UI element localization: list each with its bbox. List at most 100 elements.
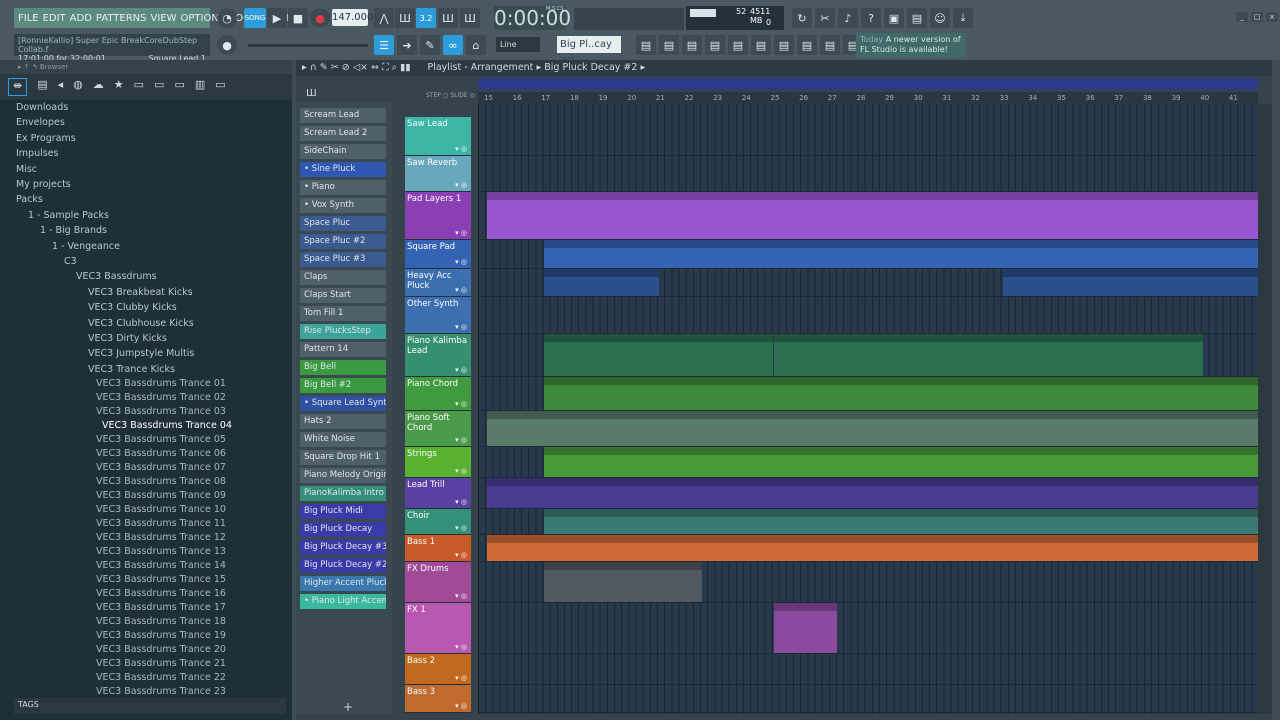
- track-options-icon[interactable]: ▾ ◎: [455, 498, 467, 506]
- pattern-item[interactable]: Scream Lead: [300, 108, 386, 123]
- playlist-view-button[interactable]: ☰: [374, 35, 394, 55]
- browser-folder[interactable]: 1 - Big Brands: [40, 223, 107, 238]
- browser-folder[interactable]: VEC3 Clubhouse Kicks: [88, 316, 194, 331]
- master-pitch-knob[interactable]: ●: [217, 35, 237, 55]
- track-options-icon[interactable]: ▾ ◎: [455, 551, 467, 559]
- track-lane[interactable]: [478, 297, 1258, 334]
- track-options-icon[interactable]: ▾ ◎: [455, 674, 467, 682]
- track-lane[interactable]: Choir: [478, 509, 1258, 535]
- microphone-icon[interactable]: ♪: [838, 8, 858, 28]
- track-lane[interactable]: Pad 1: [478, 192, 1258, 240]
- track-lane[interactable]: [478, 654, 1258, 685]
- browser-file[interactable]: VEC3 Bassdrums Trance 12: [84, 530, 226, 545]
- channel-rack-icon[interactable]: ▤: [682, 35, 702, 55]
- playlist-clip[interactable]: String: [544, 447, 1258, 477]
- playlist-clip[interactable]: Pad 1: [487, 192, 1258, 239]
- menu-patterns[interactable]: PATTERNS: [96, 13, 147, 24]
- news-panel[interactable]: Today A newer version of FL Studio is av…: [856, 33, 966, 57]
- mixer-icon[interactable]: ▤: [705, 35, 725, 55]
- browser-folder[interactable]: Envelopes: [16, 115, 65, 130]
- browser-folder[interactable]: C3: [64, 254, 77, 269]
- song-mode-toggle[interactable]: SONG: [244, 8, 266, 28]
- plugin-icon[interactable]: ◍: [73, 78, 83, 96]
- track-options-icon[interactable]: ▾ ◎: [455, 323, 467, 331]
- track-header[interactable]: Other Synth ▾ ◎: [405, 297, 471, 334]
- track-options-icon[interactable]: ▾ ◎: [455, 366, 467, 374]
- browser-folder[interactable]: VEC3 Breakbeat Kicks: [88, 285, 193, 300]
- pattern-item[interactable]: Scream Lead 2: [300, 126, 386, 141]
- playlist-tools[interactable]: ▸ ∩ ✎ ✂ ⊘ ◁× ⇔ ⛶ ⌕ ▮▮: [302, 62, 410, 73]
- track-options-icon[interactable]: ▾ ◎: [455, 467, 467, 475]
- browser-file[interactable]: VEC3 Bassdrums Trance 02: [84, 390, 226, 405]
- pattern-item[interactable]: • Piano: [300, 180, 386, 195]
- plugin-icon[interactable]: ▤: [774, 35, 794, 55]
- timeline-ruler[interactable]: 15 16 17 18 19 20 21 22 23 24 25 26 27 28 29 30 31 32 33 34…: [478, 92, 1258, 104]
- browser-folder[interactable]: 1 - Vengeance: [52, 239, 120, 254]
- menu-view[interactable]: VIEW: [151, 13, 177, 24]
- browser-folder[interactable]: Downloads: [16, 100, 68, 115]
- tempo-icon[interactable]: ▤: [797, 35, 817, 55]
- playlist-grid[interactable]: Pad 1 Square Lead 1 Space Pluc #3 Space Plu…: [478, 104, 1258, 714]
- track-lane[interactable]: Space Pluc #3 Space Pluc #2: [478, 269, 1258, 297]
- track-lane[interactable]: String: [478, 447, 1258, 478]
- track-header[interactable]: Square Pad ▾ ◎: [405, 240, 471, 269]
- pattern-item[interactable]: Pattern 14: [300, 342, 386, 357]
- touch-icon[interactable]: ▤: [820, 35, 840, 55]
- pattern-item[interactable]: Space Pluc #2: [300, 234, 386, 249]
- pattern-item[interactable]: Space Pluc: [300, 216, 386, 231]
- folder-icon[interactable]: ▭: [174, 78, 184, 96]
- track-header[interactable]: Heavy Acc Pluck ▾ ◎: [405, 269, 471, 297]
- cut-icon[interactable]: ✂: [815, 8, 835, 28]
- playlist-clip[interactable]: Exhale Accent: [773, 603, 837, 653]
- browser-file[interactable]: VEC3 Bassdrums Trance 23: [84, 684, 226, 699]
- browser-folder[interactable]: VEC3 Jumpstyle Multis: [88, 346, 194, 361]
- browser-folder[interactable]: Ex Programs: [16, 131, 76, 146]
- snap-select[interactable]: Line: [496, 37, 540, 52]
- track-header[interactable]: Saw Reverb ▾ ◎: [405, 156, 471, 192]
- playlist-icon[interactable]: ▤: [636, 35, 656, 55]
- minimize-button[interactable]: _: [1236, 12, 1248, 22]
- track-options-icon[interactable]: ▾ ◎: [455, 592, 467, 600]
- maximize-button[interactable]: □: [1251, 12, 1263, 22]
- browser-file[interactable]: VEC3 Bassdrums Trance 08: [84, 474, 226, 489]
- track-lane[interactable]: Lead Trill: [478, 478, 1258, 509]
- browser-file[interactable]: VEC3 Bassdrums Trance 20: [84, 642, 226, 657]
- playlist-clip[interactable]: Square Lead 1: [544, 240, 1258, 268]
- pattern-item[interactable]: Tom Fill 1: [300, 306, 386, 321]
- track-header[interactable]: Bass 3 ▾ ◎: [405, 685, 471, 713]
- track-options-icon[interactable]: ▾ ◎: [455, 286, 467, 294]
- vertical-scrollbar[interactable]: [1258, 104, 1272, 714]
- track-header[interactable]: Pad Layers 1 ▾ ◎: [405, 192, 471, 240]
- track-options-icon[interactable]: ▾ ◎: [455, 702, 467, 710]
- pattern-item[interactable]: Piano Melody Original: [300, 468, 386, 483]
- track-lane[interactable]: Square Lead 1: [478, 240, 1258, 269]
- playlist-clip[interactable]: Piano 1 - Volume multiplier: [487, 411, 1258, 446]
- playlist-clip[interactable]: Lead Trill: [487, 478, 1258, 508]
- browser-folder[interactable]: Misc: [16, 162, 37, 177]
- browser-folder[interactable]: VEC3 Dirty Kicks: [88, 331, 167, 346]
- browser-folder[interactable]: Impulses: [16, 146, 59, 161]
- track-header[interactable]: Piano Chord ▾ ◎: [405, 377, 471, 411]
- pattern-item[interactable]: Big Pluck Decay #3: [300, 540, 386, 555]
- track-lane[interactable]: Reese Bass 1: [478, 535, 1258, 562]
- render-icon[interactable]: ▤: [907, 8, 927, 28]
- pitch-slider[interactable]: [248, 44, 368, 47]
- track-options-icon[interactable]: ▾ ◎: [455, 181, 467, 189]
- speaker-icon[interactable]: ◂: [58, 78, 64, 96]
- metronome-icon[interactable]: ⋀: [374, 8, 394, 28]
- pattern-item[interactable]: Square Drop Hit 1: [300, 450, 386, 465]
- track-lane[interactable]: Exhale Accent: [478, 603, 1258, 654]
- browser-file[interactable]: VEC3 Bassdrums Trance 16: [84, 586, 226, 601]
- playlist-clip[interactable]: Heavy Piano Chords: [544, 377, 1258, 410]
- save-icon[interactable]: ▣: [884, 8, 904, 28]
- pattern-item[interactable]: • Piano Light Accent: [300, 594, 386, 609]
- cloud-icon[interactable]: ☁: [93, 78, 104, 96]
- track-header[interactable]: FX Drums ▾ ◎: [405, 562, 471, 603]
- track-options-icon[interactable]: ▾ ◎: [455, 643, 467, 651]
- browser-folder[interactable]: VEC3 Trance Kicks: [88, 362, 175, 377]
- master-volume-knob[interactable]: ◔: [217, 8, 237, 28]
- pattern-item[interactable]: Big Pluck Decay #2: [300, 558, 386, 573]
- playlist-clip[interactable]: Reese Bass 1: [487, 535, 1258, 561]
- browser-file[interactable]: VEC3 Bassdrums Trance 09: [84, 488, 226, 503]
- playlist-clip[interactable]: Space Pluc #2: [1002, 269, 1258, 296]
